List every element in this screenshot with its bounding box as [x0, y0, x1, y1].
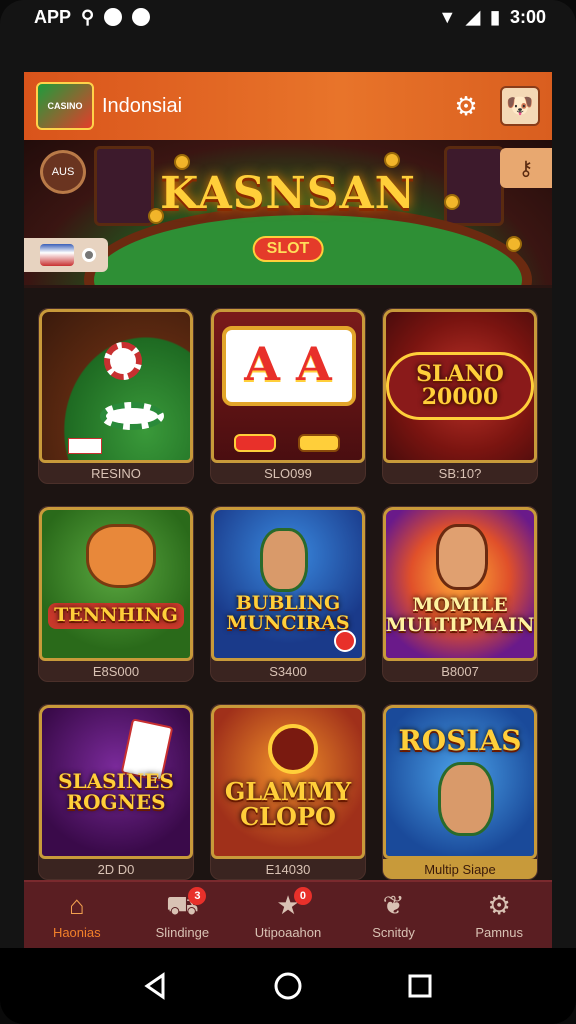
game-label: E14030: [265, 862, 311, 877]
character-icon: [260, 528, 308, 592]
app-bar: CASINO Indonsiai ⚙ 🐶: [24, 72, 552, 140]
nav-label: Slindinge: [155, 924, 210, 940]
game-art-title: SLASINES ROGNES: [58, 769, 174, 814]
game-art-title: A A: [244, 336, 332, 391]
status-bar: APP ⚲ ▼ ◢ ▮ 3:00: [0, 0, 576, 34]
status-app-label: APP: [34, 6, 72, 27]
fox-mascot-icon: [86, 524, 156, 588]
home-icon: ⌂: [68, 889, 85, 920]
game-art: MOMILE MULTIPMAIN: [383, 507, 537, 661]
card-icon: [68, 438, 102, 454]
game-label: SLO099: [264, 466, 312, 481]
wifi-icon: ▼: [438, 6, 457, 27]
nav-badge: 0: [293, 886, 312, 905]
character-icon: [268, 724, 318, 774]
nav-item-favorites[interactable]: ★ 0 Utipoaahon: [238, 886, 338, 940]
recents-icon: [408, 974, 432, 998]
coin-icon: [506, 236, 522, 252]
nav-label: Pamnus: [475, 924, 524, 940]
nav-item-activity[interactable]: ❦ Scnitdy: [344, 891, 444, 940]
avatar[interactable]: 🐶: [500, 86, 540, 126]
game-grid: RESINO A A SLO099 SLANO 20000 SB:10? TEN…: [38, 308, 542, 880]
game-label: 2D D0: [97, 862, 135, 877]
game-label: RESINO: [91, 466, 141, 481]
game-card[interactable]: RESINO: [38, 308, 194, 484]
game-art-title: MOMILE MULTIPMAIN: [385, 594, 535, 636]
nav-label: Utipoaahon: [254, 924, 322, 940]
game-card[interactable]: TENNHING E8S000: [38, 506, 194, 682]
game-label: SB:10?: [438, 466, 482, 481]
chat-icon: [132, 8, 151, 26]
game-art-title: SLANO 20000: [386, 351, 534, 421]
nav-badge: 3: [188, 886, 207, 905]
game-art: ROSIAS: [383, 705, 537, 859]
character-icon: [436, 524, 488, 590]
chip-dot-icon: [82, 248, 96, 262]
app-title: Indonsiai: [102, 94, 183, 117]
app-logo[interactable]: CASINO: [36, 82, 94, 130]
game-art-title: TENNHING: [48, 603, 184, 629]
nav-label: Scnitdy: [372, 924, 415, 940]
notification-badge: [334, 630, 356, 652]
bottom-nav: ⌂ Haonias ⛟ 3 Slindinge ★ 0 Utipoaahon ❦…: [24, 880, 552, 948]
poker-chip-icon: [104, 342, 142, 380]
back-icon: [144, 972, 165, 1000]
poker-chip-icon: [100, 402, 164, 430]
system-nav-bar: [0, 948, 576, 1024]
back-button[interactable]: [131, 961, 181, 1011]
game-art: [39, 309, 193, 463]
game-art: BUBLING MUNCIRAS: [211, 507, 365, 661]
game-card[interactable]: A A SLO099: [210, 308, 366, 484]
game-card[interactable]: MOMILE MULTIPMAIN B8007: [382, 506, 538, 682]
game-art-title: BUBLING MUNCIRAS: [226, 592, 350, 634]
notification-icon: ⚲: [81, 6, 95, 27]
chip-tab[interactable]: [24, 238, 108, 272]
game-label: Multip Siape: [383, 859, 537, 879]
home-circle-icon: [274, 972, 302, 1000]
game-card[interactable]: GLAMMY CLOPO E14030: [210, 704, 366, 880]
app-screen: CASINO Indonsiai ⚙ 🐶 AUS ⚷ KASNSAN SLOT: [24, 72, 552, 948]
settings-gear-icon[interactable]: ⚙: [446, 86, 486, 126]
promo-banner[interactable]: AUS ⚷ KASNSAN SLOT: [24, 140, 552, 288]
nav-item-home[interactable]: ⌂ Haonias: [27, 891, 127, 940]
nav-item-shop[interactable]: ⛟ 3 Slindinge: [132, 886, 232, 940]
nav-item-settings[interactable]: ⚙ Pamnus: [449, 891, 549, 940]
banner-subtitle: SLOT: [252, 236, 324, 262]
game-label: S3400: [269, 664, 307, 679]
game-card[interactable]: BUBLING MUNCIRAS S3400: [210, 506, 366, 682]
home-button[interactable]: [263, 961, 313, 1011]
game-card[interactable]: SLANO 20000 SB:10?: [382, 308, 538, 484]
chip-stack-icon: [40, 244, 74, 266]
slot-button: [298, 434, 340, 452]
gear-icon: ⚙: [487, 889, 511, 920]
leaf-icon: ❦: [382, 889, 405, 920]
game-card[interactable]: SLASINES ROGNES 2D D0: [38, 704, 194, 880]
recents-button[interactable]: [395, 961, 445, 1011]
game-art: SLANO 20000: [383, 309, 537, 463]
game-art: SLASINES ROGNES: [39, 705, 193, 859]
game-art-title: GLAMMY CLOPO: [224, 776, 352, 831]
battery-icon: ▮: [490, 6, 500, 27]
game-label: B8007: [441, 664, 479, 679]
signal-icon: ◢: [466, 6, 481, 27]
game-label: E8S000: [92, 664, 140, 679]
game-card[interactable]: ROSIAS Multip Siape: [382, 704, 538, 880]
banner-title: KASNSAN: [160, 168, 416, 219]
media-icon: [104, 8, 123, 26]
game-art: A A: [211, 309, 365, 463]
game-art: GLAMMY CLOPO: [211, 705, 365, 859]
status-time: 3:00: [509, 6, 546, 27]
slot-button: [234, 434, 276, 452]
phone-frame: APP ⚲ ▼ ◢ ▮ 3:00 CASINO Indonsiai ⚙ 🐶 AU…: [0, 0, 576, 1024]
game-art-title: ROSIAS: [398, 724, 522, 757]
game-art: TENNHING: [39, 507, 193, 661]
character-icon: [438, 762, 494, 836]
nav-label: Haonias: [52, 924, 101, 940]
coin-icon: [384, 152, 400, 168]
